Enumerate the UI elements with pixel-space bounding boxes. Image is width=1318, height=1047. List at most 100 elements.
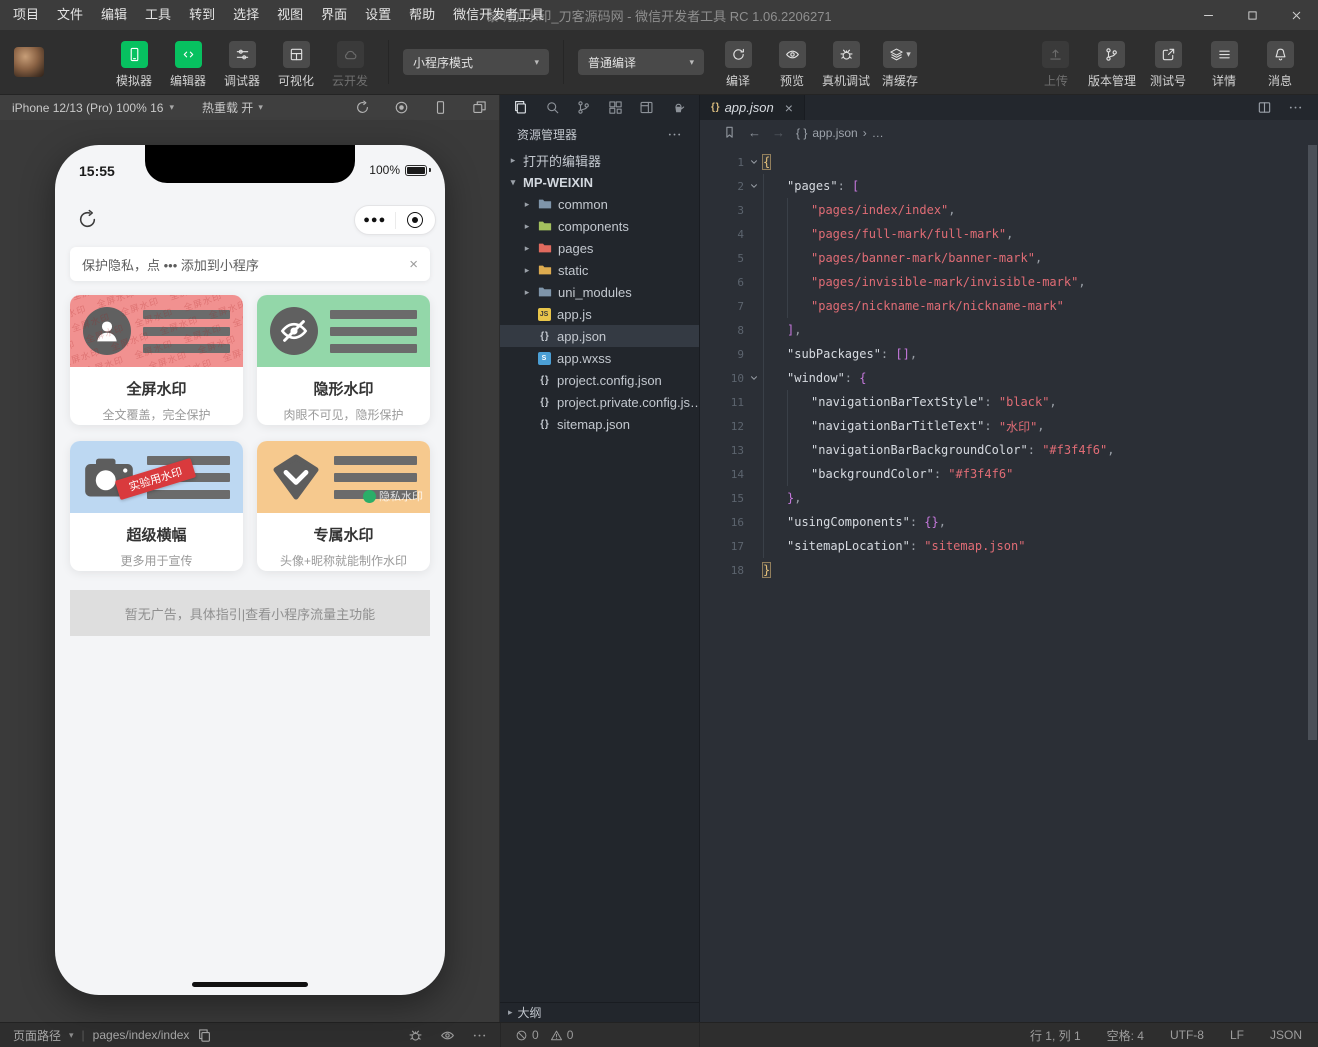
- minimize-button[interactable]: [1186, 0, 1230, 30]
- details-button[interactable]: 详情: [1200, 36, 1248, 89]
- branch-icon[interactable]: [576, 100, 591, 115]
- cloud-dev-button[interactable]: 云开发: [326, 36, 374, 89]
- test-account-button[interactable]: 测试号: [1144, 36, 1192, 89]
- code-line-16[interactable]: 16 "usingComponents": {},: [700, 510, 1318, 534]
- code-line-3[interactable]: 3 "pages/index/index",: [700, 198, 1318, 222]
- bookmark-icon[interactable]: [722, 125, 737, 140]
- user-avatar[interactable]: [14, 47, 44, 77]
- code-line-10[interactable]: 10 "window": {: [700, 366, 1318, 390]
- code-line-18[interactable]: 18}: [700, 558, 1318, 582]
- tab-close-icon[interactable]: ×: [785, 101, 793, 115]
- menu-item-5[interactable]: 转到: [180, 0, 224, 30]
- tree-item-pages[interactable]: ▸ pages: [500, 237, 699, 259]
- tab-app-json[interactable]: { } app.json ×: [700, 95, 805, 120]
- preview-icon[interactable]: [639, 100, 654, 115]
- more-actions-icon[interactable]: [667, 127, 682, 142]
- code-line-5[interactable]: 5 "pages/banner-mark/banner-mark",: [700, 246, 1318, 270]
- device-icon[interactable]: [433, 100, 448, 115]
- menu-item-7[interactable]: 视图: [268, 0, 312, 30]
- upload-button[interactable]: 上传: [1032, 36, 1080, 89]
- device-selector[interactable]: iPhone 12/13 (Pro) 100% 16: [12, 101, 163, 115]
- exit-button[interactable]: [396, 212, 436, 228]
- kettle-icon[interactable]: [671, 100, 686, 115]
- menu-item-10[interactable]: 帮助: [400, 0, 444, 30]
- menu-item-9[interactable]: 设置: [356, 0, 400, 30]
- menu-item-8[interactable]: 界面: [312, 0, 356, 30]
- code-line-9[interactable]: 9 "subPackages": [],: [700, 342, 1318, 366]
- record-icon[interactable]: [394, 100, 409, 115]
- code-line-8[interactable]: 8],: [700, 318, 1318, 342]
- bug-icon[interactable]: [408, 1028, 423, 1043]
- tree-item-app.wxss[interactable]: Sapp.wxss: [500, 347, 699, 369]
- version-control-button[interactable]: 版本管理: [1088, 36, 1136, 89]
- tree-item-app.json[interactable]: { } app.json: [500, 325, 699, 347]
- simulator-button[interactable]: 模拟器: [110, 36, 158, 89]
- editor-button[interactable]: 编辑器: [164, 36, 212, 89]
- tree-item-project.private.config.js[interactable]: { } project.private.config.js…: [500, 391, 699, 413]
- indent-setting[interactable]: 空格: 4: [1107, 1027, 1144, 1044]
- card-2[interactable]: 隐形水印 肉眼不可见，隐形保护: [257, 295, 430, 425]
- tree-item-sitemap.json[interactable]: { } sitemap.json: [500, 413, 699, 435]
- tree-item-components[interactable]: ▸ components: [500, 215, 699, 237]
- remote-debug-button[interactable]: 真机调试: [822, 36, 870, 89]
- dots-icon[interactable]: [472, 1028, 487, 1043]
- code-editor[interactable]: 1{2 "pages": [3 "pages/index/index", 4 "page…: [700, 145, 1318, 1022]
- refresh-icon[interactable]: [77, 209, 98, 235]
- tree-item-project.config.json[interactable]: { } project.config.json: [500, 369, 699, 391]
- close-button[interactable]: [1274, 0, 1318, 30]
- eye-icon[interactable]: [440, 1028, 455, 1043]
- back-icon[interactable]: ←: [748, 125, 761, 140]
- code-line-4[interactable]: 4 "pages/full-mark/full-mark",: [700, 222, 1318, 246]
- code-line-14[interactable]: 14 "backgroundColor": "#f3f4f6": [700, 462, 1318, 486]
- hot-reload-toggle[interactable]: 热重载 开 ▾: [202, 99, 263, 116]
- code-line-13[interactable]: 13 "navigationBarBackgroundColor": "#f3f4…: [700, 438, 1318, 462]
- visualize-button[interactable]: 可视化: [272, 36, 320, 89]
- tree-item-mp-weixin[interactable]: ▾ MP-WEIXIN: [500, 171, 699, 193]
- card-4[interactable]: 隐私水印 专属水印 头像+昵称就能制作水印: [257, 441, 430, 571]
- language-mode[interactable]: JSON: [1270, 1028, 1302, 1042]
- code-line-1[interactable]: 1{: [700, 150, 1318, 174]
- clear-cache-button[interactable]: ▾ 清缓存: [876, 36, 924, 89]
- preview-button[interactable]: 预览: [768, 36, 816, 89]
- banner-close-icon[interactable]: ×: [409, 256, 418, 273]
- split-editor-icon[interactable]: [1257, 100, 1272, 115]
- breadcrumb-file[interactable]: { } app.json › …: [796, 126, 884, 140]
- eol[interactable]: LF: [1230, 1028, 1244, 1042]
- code-line-11[interactable]: 11 "navigationBarTextStyle": "black",: [700, 390, 1318, 414]
- tree-item-uni_modules[interactable]: ▸ uni_modules: [500, 281, 699, 303]
- compile-button[interactable]: 编译: [714, 36, 762, 89]
- files-icon[interactable]: [513, 100, 528, 115]
- editor-scrollbar[interactable]: [1308, 145, 1317, 740]
- page-path-label[interactable]: 页面路径: [13, 1027, 61, 1044]
- compile-select[interactable]: 普通编译 ▾: [578, 49, 704, 75]
- debugger-button[interactable]: 调试器: [218, 36, 266, 89]
- tree-item-app.js[interactable]: JS app.js: [500, 303, 699, 325]
- more-actions-icon[interactable]: [1288, 100, 1303, 115]
- menu-item-11[interactable]: 微信开发者工具: [444, 0, 553, 30]
- menu-item-4[interactable]: 工具: [136, 0, 180, 30]
- tree-item-[interactable]: ▸ 打开的编辑器: [500, 149, 699, 171]
- cursor-position[interactable]: 行 1, 列 1: [1030, 1027, 1081, 1044]
- tree-item-common[interactable]: ▸ common: [500, 193, 699, 215]
- card-1[interactable]: 全屏水印 全屏水印 全屏水印 全屏水印 全屏水印 全屏水印 全屏水印 全屏水印 …: [70, 295, 243, 425]
- more-menu-button[interactable]: ●●●: [355, 214, 395, 226]
- outline-section[interactable]: ▸ 大纲: [500, 1002, 699, 1022]
- problems-summary[interactable]: 0 0: [500, 1023, 700, 1047]
- copy-icon[interactable]: [197, 1028, 212, 1043]
- encoding[interactable]: UTF-8: [1170, 1028, 1204, 1042]
- code-line-6[interactable]: 6 "pages/invisible-mark/invisible-mark",: [700, 270, 1318, 294]
- code-line-2[interactable]: 2 "pages": [: [700, 174, 1318, 198]
- code-line-7[interactable]: 7 "pages/nickname-mark/nickname-mark": [700, 294, 1318, 318]
- mode-select[interactable]: 小程序模式 ▾: [403, 49, 549, 75]
- windows-icon[interactable]: [472, 100, 487, 115]
- tree-item-static[interactable]: ▸ static: [500, 259, 699, 281]
- search-icon[interactable]: [545, 100, 560, 115]
- code-line-17[interactable]: 17 "sitemapLocation": "sitemap.json": [700, 534, 1318, 558]
- card-3[interactable]: 实验用水印 超级横幅 更多用于宣传: [70, 441, 243, 571]
- code-line-12[interactable]: 12 "navigationBarTitleText": "水印",: [700, 414, 1318, 438]
- menu-item-3[interactable]: 编辑: [92, 0, 136, 30]
- maximize-button[interactable]: [1230, 0, 1274, 30]
- blocks-icon[interactable]: [608, 100, 623, 115]
- rotate-icon[interactable]: [355, 100, 370, 115]
- menu-item-2[interactable]: 文件: [48, 0, 92, 30]
